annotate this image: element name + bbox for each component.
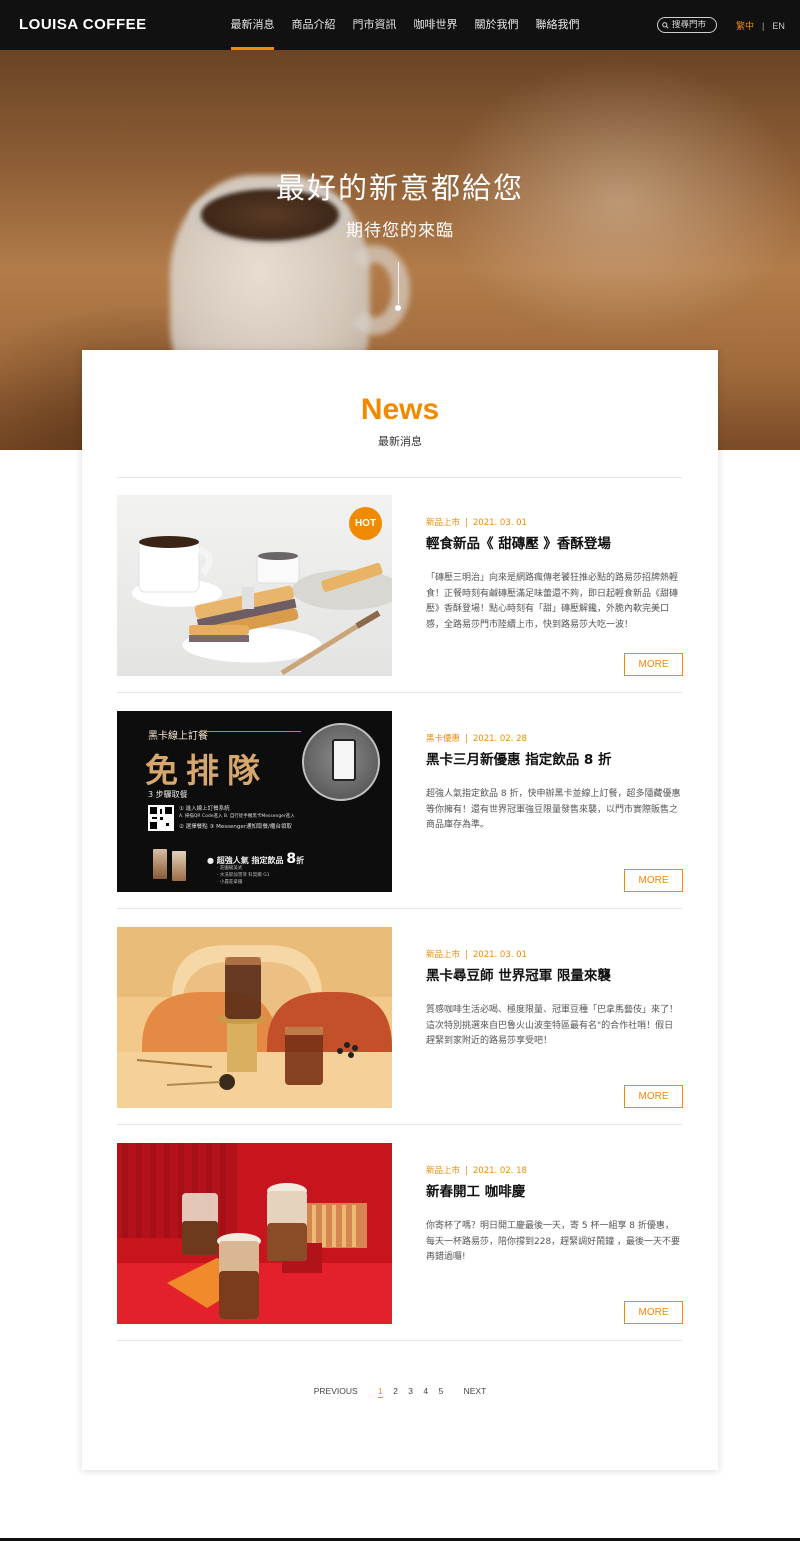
news-thumbnail[interactable]: 黑卡線上訂餐 免排隊 3 步驟取餐 ① 進入線上訂餐系統 A. 掃描QR Cod…: [117, 711, 392, 892]
coffee-product-photo: [117, 927, 392, 1108]
news-category: 新品上市: [426, 518, 461, 528]
news-item: 黑卡線上訂餐 免排隊 3 步驟取餐 ① 進入線上訂餐系統 A. 掃描QR Cod…: [117, 711, 683, 893]
search-input[interactable]: [672, 20, 716, 30]
promo-phone-photo: [302, 723, 380, 801]
promo-list: · 莊園級美式 · 水洗耶加雪菲 科契爾 G1 · 小農莊拿鐵: [217, 866, 270, 885]
news-title[interactable]: 新春開工 咖啡慶: [426, 1180, 525, 1200]
news-description: 你寄杯了嗎？明日開工慶最後一天，寄 5 杯一組享 8 折優惠，每天一杯路易莎，陪…: [426, 1221, 681, 1262]
nav-item-contact[interactable]: 聯絡我們: [527, 0, 588, 50]
news-meta: 新品上市 | 2021. 03. 01: [426, 950, 527, 960]
phone-icon: [332, 739, 356, 781]
hero-cup-handle: [340, 245, 410, 335]
scroll-indicator-line: [398, 262, 399, 304]
news-date: 2021. 02. 28: [472, 734, 527, 744]
news-item: 新品上市 | 2021. 03. 01 黑卡尋豆師 世界冠軍 限量來襲 質感咖啡生活…: [117, 927, 683, 1109]
pagination-page-1[interactable]: 1: [378, 1386, 383, 1398]
site-logo[interactable]: LOUISA COFFEE: [19, 16, 147, 33]
news-date: 2021. 03. 01: [472, 950, 527, 960]
more-button[interactable]: MORE: [624, 1085, 683, 1108]
news-item: HOT 新品上市 | 2021. 03. 01 輕食新品《 甜磚壓 》香酥登場 「磚…: [117, 495, 683, 677]
cup-icon: [172, 851, 186, 881]
news-title[interactable]: 黑卡三月新優惠 指定飲品 8 折: [426, 748, 612, 768]
promo-offer-number: 8: [286, 851, 297, 867]
news-category: 新品上市: [426, 950, 461, 960]
news-meta: 新品上市 | 2021. 02. 18: [426, 1166, 527, 1176]
news-heading: News: [360, 393, 440, 426]
divider: [117, 692, 682, 693]
news-title[interactable]: 黑卡尋豆師 世界冠軍 限量來襲: [426, 964, 611, 984]
lang-zh-link[interactable]: 繁中: [736, 21, 754, 31]
divider: [117, 908, 682, 909]
news-category: 黑卡優惠: [426, 734, 461, 744]
news-item: 新品上市 | 2021. 02. 18 新春開工 咖啡慶 你寄杯了嗎？明日開工慶最後…: [117, 1143, 683, 1325]
promo-steps-title: 3 步驟取餐: [148, 790, 188, 799]
site-header: LOUISA COFFEE 最新消息 商品介紹 門市資訊 咖啡世界 關於我們 聯…: [0, 0, 800, 50]
promo-top-text: 黑卡線上訂餐: [148, 731, 208, 742]
more-button[interactable]: MORE: [624, 1301, 683, 1324]
news-thumbnail[interactable]: [117, 1143, 392, 1324]
news-description: 質感咖啡生活必喝、極度限量、冠軍豆種「巴拿馬藝伎」來了！ 這次特別挑選來自巴魯火…: [426, 1005, 679, 1046]
divider: [117, 477, 682, 478]
news-date: 2021. 02. 18: [472, 1166, 527, 1176]
promo-step-1a: A. 掃描QR Code進入 B. 自行從手機黑卡Messenger進入: [179, 814, 295, 819]
scroll-indicator-dot[interactable]: [395, 305, 401, 311]
news-title[interactable]: 輕食新品《 甜磚壓 》香酥登場: [426, 532, 611, 552]
pagination-previous[interactable]: PREVIOUS: [314, 1386, 358, 1396]
hot-badge: HOT: [349, 507, 382, 540]
pagination-page-4[interactable]: 4: [423, 1386, 428, 1396]
divider: [117, 1124, 682, 1125]
news-date: 2021. 03. 01: [472, 518, 527, 528]
pagination-next[interactable]: NEXT: [464, 1386, 487, 1396]
promo-offer-unit: 折: [296, 856, 305, 865]
new-year-coffee-photo: [117, 1143, 392, 1324]
pagination-page-5[interactable]: 5: [438, 1386, 443, 1396]
news-thumbnail[interactable]: [117, 927, 392, 1108]
pagination: PREVIOUS 1 2 3 4 5 NEXT: [82, 1386, 718, 1398]
nav-item-coffee-world[interactable]: 咖啡世界: [405, 0, 466, 50]
hero-title: 最好的新意都給您: [275, 171, 524, 205]
store-search: [657, 17, 717, 33]
more-button[interactable]: MORE: [624, 869, 683, 892]
news-subheading: 最新消息: [378, 435, 422, 448]
qr-code-icon: [148, 805, 174, 831]
nav-item-products[interactable]: 商品介紹: [283, 0, 344, 50]
nav-item-about[interactable]: 關於我們: [466, 0, 527, 50]
promo-rule: [201, 731, 301, 732]
news-thumbnail[interactable]: HOT: [117, 495, 392, 676]
news-card: News 最新消息 HOT 新品上市 | 2021. 03. 01 輕食新品《 …: [82, 350, 718, 1470]
divider: [117, 1340, 682, 1341]
main-nav: 最新消息 商品介紹 門市資訊 咖啡世界 關於我們 聯絡我們: [222, 0, 588, 50]
more-button[interactable]: MORE: [624, 653, 683, 676]
nav-item-news[interactable]: 最新消息: [222, 0, 283, 50]
news-meta: 黑卡優惠 | 2021. 02. 28: [426, 734, 527, 744]
pagination-page-3[interactable]: 3: [408, 1386, 413, 1396]
pagination-page-2[interactable]: 2: [393, 1386, 398, 1396]
nav-item-stores[interactable]: 門市資訊: [344, 0, 405, 50]
promo-step-2: ② 選擇餐點 ③ Messenger通知取餐/櫃台領取: [179, 824, 292, 830]
lang-en-link[interactable]: EN: [772, 21, 785, 31]
search-icon[interactable]: [662, 21, 669, 30]
promo-headline: 免排隊: [145, 751, 268, 790]
news-description: 「磚壓三明治」向來是網路瘋傳老饕狂推必點的路易莎招牌熱輕食！正餐時刻有鹹磚壓滿足…: [426, 573, 679, 630]
language-switch: 繁中 | EN: [736, 19, 785, 32]
promo-offer-text: ● 超強人氣 指定飲品: [207, 856, 284, 865]
news-category: 新品上市: [426, 1166, 461, 1176]
news-description: 超強人氣指定飲品 8 折，快申辦黑卡並線上訂餐，超多隱藏優惠等你擁有！還有世界冠…: [426, 789, 681, 830]
cup-icon: [153, 849, 167, 879]
lang-separator: |: [762, 21, 765, 31]
news-meta: 新品上市 | 2021. 03. 01: [426, 518, 527, 528]
hero-subtitle: 期待您的來臨: [346, 221, 454, 241]
promo-step-1: ① 進入線上訂餐系統: [179, 806, 230, 812]
